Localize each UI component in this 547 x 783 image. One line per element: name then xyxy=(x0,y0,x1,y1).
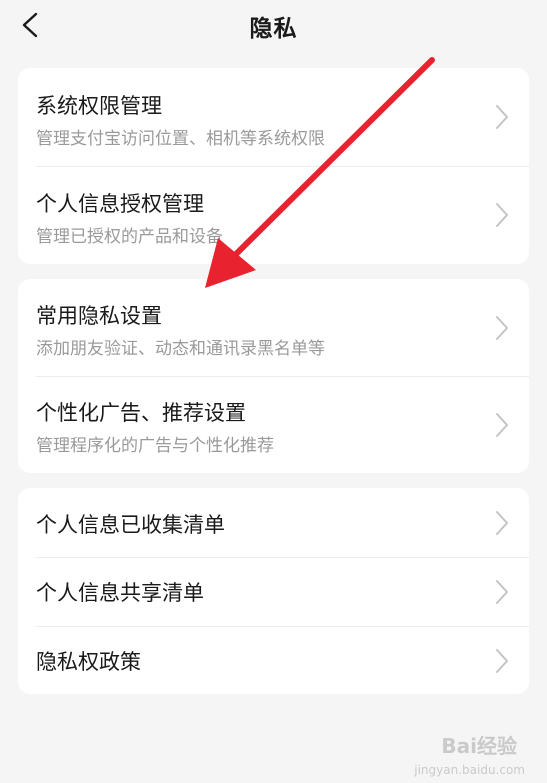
item-title: 常用隐私设置 xyxy=(36,304,162,328)
top-bar: 隐私 xyxy=(0,0,547,50)
chevron-right-icon xyxy=(496,511,508,535)
personal-info-authorization-item[interactable]: 个人信息授权管理 管理已授权的产品和设备 xyxy=(18,166,529,264)
item-subtitle: 管理程序化的广告与个性化推荐 xyxy=(36,436,274,456)
collected-info-list-item[interactable]: 个人信息已收集清单 xyxy=(18,488,529,557)
privacy-policy-item[interactable]: 隐私权政策 xyxy=(18,626,529,694)
item-subtitle: 添加朋友验证、动态和通讯录黑名单等 xyxy=(36,339,325,359)
watermark-logo: Bai经验 xyxy=(441,734,517,758)
chevron-right-icon xyxy=(496,316,508,340)
chevron-right-icon xyxy=(496,413,508,437)
item-subtitle: 管理支付宝访问位置、相机等系统权限 xyxy=(36,129,325,149)
settings-group-1: 系统权限管理 管理支付宝访问位置、相机等系统权限 个人信息授权管理 管理已授权的… xyxy=(18,68,529,264)
chevron-right-icon xyxy=(496,649,508,673)
system-permission-item[interactable]: 系统权限管理 管理支付宝访问位置、相机等系统权限 xyxy=(18,68,529,166)
item-title: 隐私权政策 xyxy=(36,650,141,674)
settings-group-3: 个人信息已收集清单 个人信息共享清单 隐私权政策 xyxy=(18,488,529,694)
watermark-url: jingyan.baidu.com xyxy=(414,763,525,777)
shared-info-list-item[interactable]: 个人信息共享清单 xyxy=(18,557,529,626)
item-title: 个人信息已收集清单 xyxy=(36,513,225,537)
settings-group-2: 常用隐私设置 添加朋友验证、动态和通讯录黑名单等 个性化广告、推荐设置 管理程序… xyxy=(18,279,529,473)
item-subtitle: 管理已授权的产品和设备 xyxy=(36,227,223,247)
common-privacy-settings-item[interactable]: 常用隐私设置 添加朋友验证、动态和通讯录黑名单等 xyxy=(18,279,529,376)
item-title: 个人信息共享清单 xyxy=(36,581,204,605)
chevron-right-icon xyxy=(496,105,508,129)
item-title: 个人信息授权管理 xyxy=(36,192,204,216)
item-title: 个性化广告、推荐设置 xyxy=(36,401,246,425)
page-title: 隐私 xyxy=(249,16,298,42)
personalized-ads-item[interactable]: 个性化广告、推荐设置 管理程序化的广告与个性化推荐 xyxy=(18,376,529,473)
item-title: 系统权限管理 xyxy=(36,94,162,118)
chevron-right-icon xyxy=(496,203,508,227)
chevron-right-icon xyxy=(496,580,508,604)
